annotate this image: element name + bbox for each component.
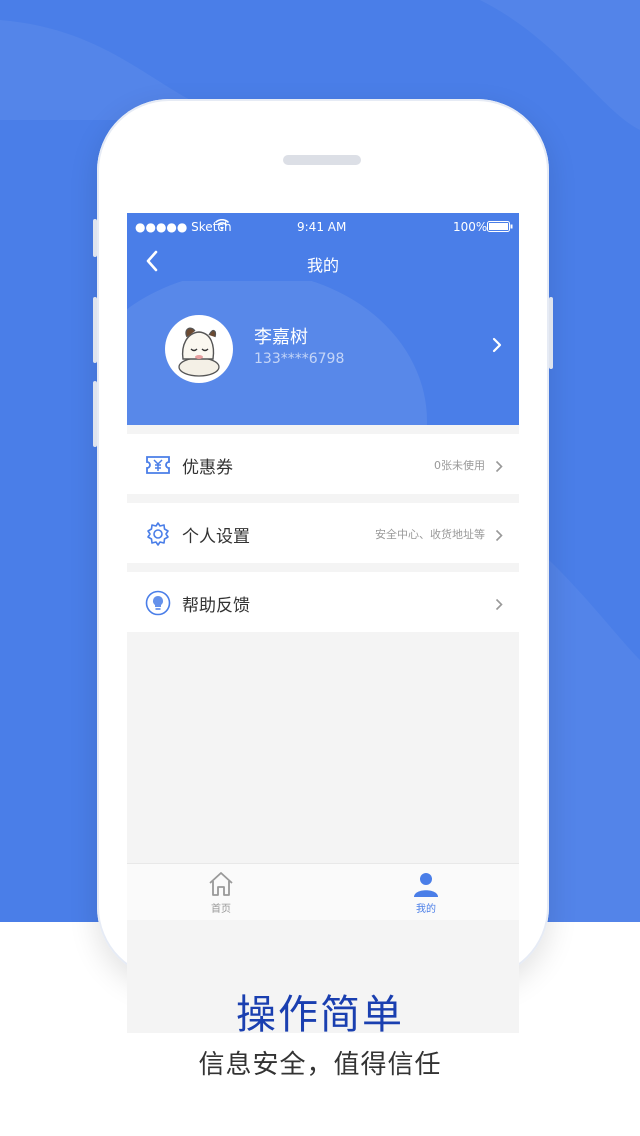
phone-screen: ●●●●● Sketch 9:41 AM 100% 我的 李嘉树 133****… bbox=[127, 213, 519, 1033]
tab-label: 首页 bbox=[211, 904, 231, 915]
chevron-right-icon bbox=[495, 527, 503, 546]
gear-icon bbox=[145, 521, 171, 547]
battery-icon bbox=[487, 221, 513, 235]
profile-card[interactable]: 李嘉树 133****6798 bbox=[127, 281, 519, 425]
menu-item-label: 优惠券 bbox=[182, 458, 233, 478]
clock: 9:41 AM bbox=[297, 220, 347, 234]
speaker-grille bbox=[283, 155, 361, 165]
menu-item-coupons[interactable]: 优惠券 0张未使用 bbox=[127, 434, 519, 494]
coupon-icon bbox=[145, 452, 171, 478]
phone-frame: ●●●●● Sketch 9:41 AM 100% 我的 李嘉树 133****… bbox=[93, 99, 553, 1033]
power-button bbox=[549, 297, 553, 369]
menu-item-label: 个人设置 bbox=[182, 527, 250, 547]
chevron-right-icon bbox=[492, 337, 502, 357]
caption-title: 操作简单 bbox=[236, 992, 404, 1038]
page-title: 我的 bbox=[306, 256, 339, 275]
chevron-right-icon bbox=[495, 596, 503, 615]
menu-item-hint: 0张未使用 bbox=[434, 459, 485, 472]
volume-up-button bbox=[93, 297, 97, 363]
menu-item-settings[interactable]: 个人设置 安全中心、收货地址等 bbox=[127, 503, 519, 563]
caption-subtitle: 信息安全，值得信任 bbox=[198, 1050, 442, 1080]
wifi-icon bbox=[214, 218, 230, 234]
tab-label: 我的 bbox=[416, 904, 436, 915]
tab-mine[interactable]: 我的 bbox=[386, 864, 466, 920]
chevron-right-icon bbox=[495, 458, 503, 477]
avatar bbox=[165, 315, 233, 383]
user-icon bbox=[414, 873, 438, 897]
home-icon bbox=[209, 872, 233, 896]
battery-percent: 100% bbox=[453, 220, 488, 234]
user-phone: 133****6798 bbox=[254, 351, 345, 367]
tab-home[interactable]: 首页 bbox=[181, 864, 261, 920]
volume-down-button bbox=[93, 381, 97, 447]
lightbulb-icon bbox=[145, 590, 171, 616]
status-bar: ●●●●● Sketch 9:41 AM 100% bbox=[127, 213, 519, 241]
menu-item-label: 帮助反馈 bbox=[182, 596, 250, 616]
tab-bar: 首页 我的 bbox=[127, 863, 519, 920]
navigation-bar: 我的 bbox=[127, 241, 519, 281]
mute-switch bbox=[93, 219, 97, 257]
menu-item-hint: 安全中心、收货地址等 bbox=[375, 528, 485, 541]
menu-item-help-feedback[interactable]: 帮助反馈 bbox=[127, 572, 519, 632]
user-name: 李嘉树 bbox=[254, 327, 308, 348]
